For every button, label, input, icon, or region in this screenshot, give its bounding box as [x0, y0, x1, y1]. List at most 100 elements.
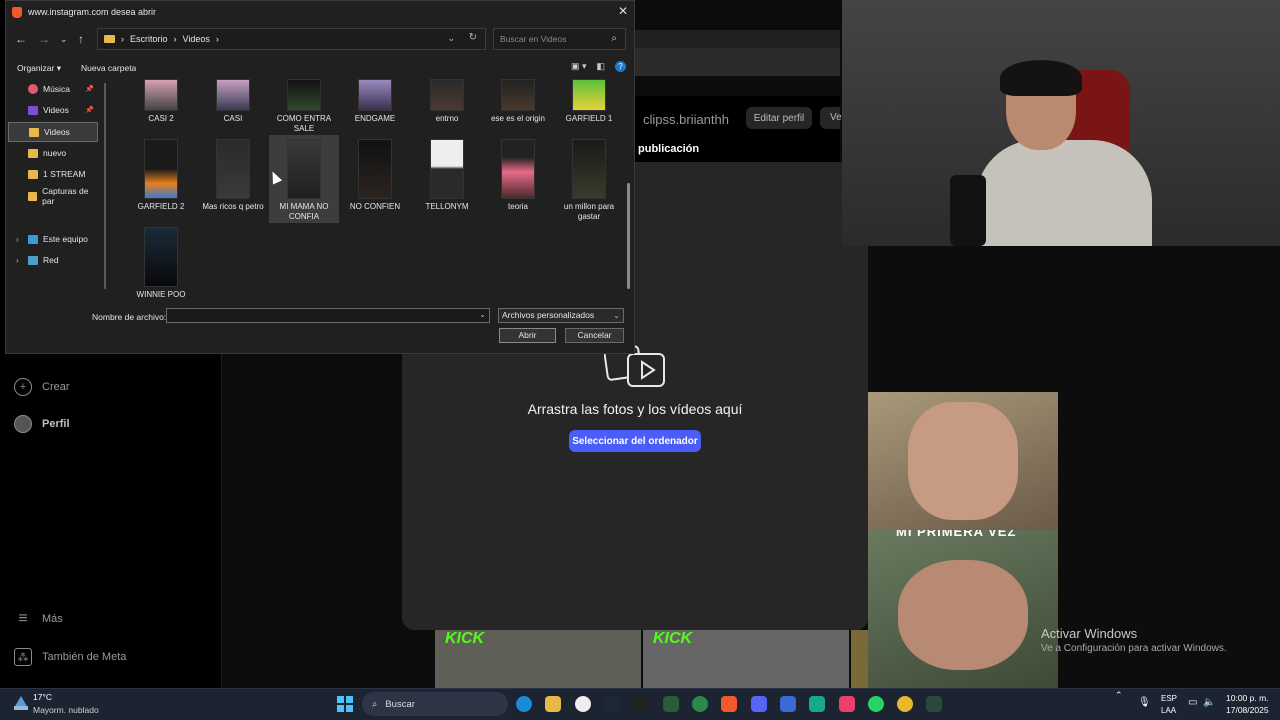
nav-item-este-equipo[interactable]: › Este equipo: [8, 229, 98, 249]
clock-date[interactable]: 17/08/2025: [1226, 705, 1269, 715]
file-item[interactable]: CASI 2: [126, 79, 196, 124]
file-item[interactable]: ese es el origin: [483, 79, 553, 124]
file-item[interactable]: GARFIELD 1: [554, 79, 624, 124]
up-arrow-icon[interactable]: ↑: [78, 32, 84, 46]
navigation-pane: Música 📌 Videos 📌 Videos nuevo 1 STREAM …: [6, 79, 104, 299]
file-name: CASI 2: [148, 114, 174, 123]
file-list-scrollbar[interactable]: [627, 183, 630, 289]
windows-start-icon[interactable]: [337, 696, 353, 712]
forward-arrow-icon[interactable]: →: [38, 32, 50, 46]
back-arrow-icon[interactable]: ←: [15, 32, 27, 46]
help-icon[interactable]: ?: [615, 61, 626, 72]
breadcrumb-item[interactable]: Escritorio: [130, 34, 168, 44]
select-from-computer-button[interactable]: Seleccionar del ordenador: [569, 430, 701, 452]
search-input[interactable]: Buscar en Videos ⌕: [493, 28, 626, 50]
microphone-icon[interactable]: 🎙: [1138, 697, 1151, 708]
nav-item-musica[interactable]: Música 📌: [8, 79, 98, 99]
recent-locations-chevron-icon[interactable]: ⌄: [60, 34, 68, 45]
organize-button[interactable]: Organizar ▾: [17, 63, 61, 74]
nav-item-videos-pinned[interactable]: Videos 📌: [8, 100, 98, 120]
app-icon[interactable]: [780, 696, 796, 712]
volume-icon[interactable]: 🔈: [1203, 697, 1215, 708]
nav-pane-scrollbar[interactable]: [104, 83, 106, 289]
file-item[interactable]: NO CONFIEN: [340, 139, 410, 212]
view-options-icon[interactable]: ▣ ▾: [571, 61, 587, 72]
file-explorer-icon[interactable]: [545, 696, 561, 712]
file-item[interactable]: TELLONYM: [412, 139, 482, 212]
video-thumbnail: [358, 139, 392, 199]
system-tray-chevron-icon[interactable]: ⌃: [1115, 690, 1123, 701]
file-item[interactable]: WINNIE POO: [126, 227, 196, 300]
file-item[interactable]: CASI: [198, 79, 268, 124]
upwork-icon[interactable]: [692, 696, 708, 712]
post-thumbnail[interactable]: [868, 392, 1058, 530]
file-name: Mas ricos q petro: [202, 202, 264, 211]
input-language[interactable]: ESP: [1161, 694, 1177, 703]
weather-description[interactable]: Mayorm. nublado: [33, 705, 99, 715]
nav-create[interactable]: + Crear: [14, 378, 70, 396]
nav-item-red[interactable]: › Red: [8, 250, 98, 270]
activate-windows-title: Activar Windows: [1041, 626, 1138, 641]
file-type-select[interactable]: Archivos personalizados ⌄: [498, 308, 624, 323]
edit-profile-button[interactable]: Editar perfil: [746, 107, 812, 129]
epic-games-icon[interactable]: [633, 696, 649, 712]
dialog-title: www.instagram.com desea abrir: [28, 7, 157, 17]
post-thumbnail[interactable]: MI PRIMERA VEZ: [868, 530, 1058, 688]
nav-profile[interactable]: Perfil: [14, 415, 70, 433]
folder-icon: [28, 191, 38, 201]
filename-input[interactable]: ⌄: [166, 308, 490, 323]
file-name: ese es el origin: [491, 114, 545, 123]
refresh-icon[interactable]: ↻: [469, 32, 477, 43]
app-icon[interactable]: [663, 696, 679, 712]
nav-item-1-stream[interactable]: 1 STREAM: [8, 164, 98, 184]
post-thumbnail[interactable]: KICK: [435, 630, 641, 688]
breadcrumb-item[interactable]: Videos: [183, 34, 210, 44]
chevron-down-icon[interactable]: ⌄: [447, 33, 455, 44]
nav-item-label: nuevo: [43, 148, 67, 158]
address-bar[interactable]: › Escritorio › Videos › ⌄ ↻: [97, 28, 486, 50]
nav-item-capturas[interactable]: Capturas de par: [8, 186, 98, 206]
post-thumbnail[interactable]: KICK: [643, 630, 849, 688]
network-icon[interactable]: ▭: [1188, 697, 1197, 708]
file-item[interactable]: ENDGAME: [340, 79, 410, 124]
nav-more[interactable]: ≡ Más: [14, 610, 62, 628]
file-item[interactable]: teoria: [483, 139, 553, 212]
taskbar-search[interactable]: ⌕ Buscar: [362, 692, 508, 716]
preview-pane-icon[interactable]: ◧: [596, 61, 605, 72]
discord-icon[interactable]: [751, 696, 767, 712]
weather-temperature[interactable]: 17°C: [33, 692, 52, 702]
input-layout[interactable]: LAA: [1161, 706, 1176, 715]
file-item[interactable]: GARFIELD 2: [126, 139, 196, 212]
view-archive-button[interactable]: Ve: [820, 107, 842, 129]
nav-meta[interactable]: ⁂ También de Meta: [14, 648, 126, 666]
chrome-icon[interactable]: [897, 696, 913, 712]
file-item[interactable]: un millon para gastar: [554, 139, 624, 222]
file-item[interactable]: COMO ENTRA SALE: [269, 79, 339, 134]
profile-username: clipss.briianthh: [643, 112, 729, 127]
app-icon[interactable]: [926, 696, 942, 712]
chatgpt-icon[interactable]: [809, 696, 825, 712]
new-folder-button[interactable]: Nueva carpeta: [81, 63, 136, 73]
open-button[interactable]: Abrir: [499, 328, 556, 343]
tiktok-icon[interactable]: [839, 696, 855, 712]
cancel-button[interactable]: Cancelar: [565, 328, 624, 343]
steam-icon[interactable]: [604, 696, 620, 712]
activate-windows-subtitle: Ve a Configuración para activar Windows.: [1041, 643, 1227, 654]
chevron-right-icon[interactable]: ›: [174, 34, 177, 44]
nav-item-nuevo[interactable]: nuevo: [8, 143, 98, 163]
post-thumbnail[interactable]: [851, 630, 868, 688]
expand-chevron-icon[interactable]: ›: [16, 235, 19, 244]
brave-icon: [12, 6, 22, 18]
whatsapp-icon[interactable]: [868, 696, 884, 712]
edge-icon[interactable]: [516, 696, 532, 712]
chevron-right-icon[interactable]: ›: [216, 34, 219, 44]
obs-icon[interactable]: [575, 696, 591, 712]
chevron-down-icon[interactable]: ⌄: [479, 310, 486, 319]
close-icon[interactable]: ✕: [618, 4, 628, 18]
file-item[interactable]: Mas ricos q petro: [198, 139, 268, 212]
expand-chevron-icon[interactable]: ›: [16, 256, 19, 265]
nav-item-videos[interactable]: Videos: [8, 122, 98, 142]
brave-icon[interactable]: [721, 696, 737, 712]
file-item[interactable]: entrno: [412, 79, 482, 124]
clock-time[interactable]: 10:00 p. m.: [1226, 693, 1269, 703]
